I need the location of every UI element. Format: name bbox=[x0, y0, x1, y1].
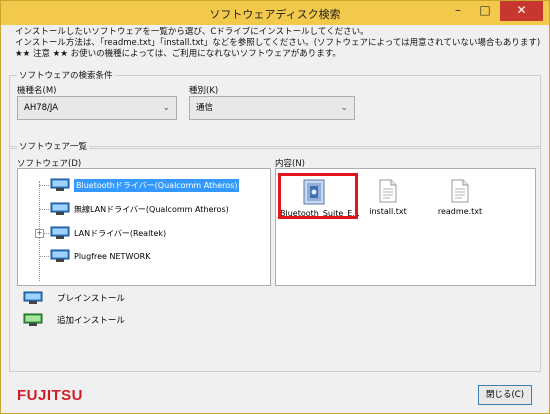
file-name: install.txt bbox=[369, 207, 407, 216]
legend-preinstall-label: プレインストール bbox=[57, 294, 125, 304]
minimize-button[interactable]: – bbox=[445, 1, 471, 21]
file-item-readme-txt[interactable]: readme.txt bbox=[426, 179, 494, 216]
category-select[interactable]: 通信 ⌄ bbox=[189, 96, 355, 120]
maximize-button[interactable]: □ bbox=[472, 1, 498, 21]
tree-item-wlan-driver[interactable]: 無線LANドライバー(Qualcomm Atheros) bbox=[50, 200, 229, 218]
text-file-icon bbox=[379, 179, 397, 203]
chevron-down-icon: ⌄ bbox=[162, 103, 170, 113]
computer-icon bbox=[50, 249, 70, 262]
computer-icon bbox=[23, 291, 43, 304]
dialog-body: インストールしたいソフトウェアを一覧から選び、Cドライブにインストールしてくださ… bbox=[7, 25, 543, 408]
model-select[interactable]: AH78/JA ⌄ bbox=[17, 96, 177, 120]
computer-icon bbox=[50, 226, 70, 239]
tree-item-bluetooth-driver[interactable]: Bluetoothドライバー(Qualcomm Atheros) bbox=[50, 176, 240, 194]
app-window: ソフトウェアディスク検索 – □ ✕ インストールしたいソフトウェアを一覧から選… bbox=[0, 0, 550, 414]
contents-panel[interactable]: Bluetooth_Suite_E... install.txt readme.… bbox=[275, 168, 536, 286]
legend-add-install: 追加インストール bbox=[23, 313, 125, 327]
tree-connector bbox=[39, 185, 49, 186]
category-select-value: 通信 bbox=[196, 103, 214, 113]
file-name: readme.txt bbox=[437, 207, 483, 216]
title-bar[interactable]: ソフトウェアディスク検索 – □ ✕ bbox=[1, 1, 549, 25]
highlight-box bbox=[278, 173, 358, 219]
tree-connector bbox=[39, 209, 49, 210]
computer-icon bbox=[50, 202, 70, 215]
instruction-line-2: インストール方法は、「readme.txt」「install.txt」などを参照… bbox=[15, 38, 541, 48]
chevron-down-icon: ⌄ bbox=[340, 103, 348, 113]
text-file-icon bbox=[451, 179, 469, 203]
tree-item-label: LANドライバー(Realtek) bbox=[74, 228, 167, 238]
software-list-label: ソフトウェア一覧 bbox=[17, 140, 90, 152]
close-window-button[interactable]: ✕ bbox=[500, 1, 543, 21]
fujitsu-logo: FUJITSU bbox=[17, 387, 84, 404]
file-item-install-txt[interactable]: install.txt bbox=[354, 179, 422, 216]
search-conditions-label: ソフトウェアの検索条件 bbox=[17, 69, 115, 81]
tree-item-label: 無線LANドライバー(Qualcomm Atheros) bbox=[74, 204, 229, 214]
computer-icon bbox=[50, 178, 70, 191]
software-tree[interactable]: Bluetoothドライバー(Qualcomm Atheros) 無線LANドラ… bbox=[17, 168, 271, 286]
close-button[interactable]: 閉じる(C) bbox=[478, 385, 532, 405]
tree-item-plugfree-network[interactable]: Plugfree NETWORK bbox=[50, 247, 150, 265]
legend-preinstall: プレインストール bbox=[23, 291, 125, 305]
legend-add-install-label: 追加インストール bbox=[57, 316, 125, 326]
tree-item-label: Bluetoothドライバー(Qualcomm Atheros) bbox=[74, 178, 240, 192]
instruction-line-3: ★★ 注意 ★★ お使いの機種によっては、ご利用になれないソフトウェアがあります… bbox=[15, 49, 341, 59]
model-select-value: AH78/JA bbox=[24, 103, 59, 113]
instructions: インストールしたいソフトウェアを一覧から選び、Cドライブにインストールしてくださ… bbox=[15, 27, 540, 60]
tree-item-label: Plugfree NETWORK bbox=[74, 251, 151, 261]
instruction-line-1: インストールしたいソフトウェアを一覧から選び、Cドライブにインストールしてくださ… bbox=[15, 27, 369, 37]
model-label: 機種名(M) bbox=[17, 86, 57, 96]
tree-item-lan-driver[interactable]: LANドライバー(Realtek) bbox=[50, 224, 166, 242]
computer-add-icon bbox=[23, 313, 43, 326]
category-label: 種別(K) bbox=[189, 86, 219, 96]
tree-connector bbox=[39, 256, 49, 257]
expand-icon[interactable]: + bbox=[35, 229, 44, 238]
